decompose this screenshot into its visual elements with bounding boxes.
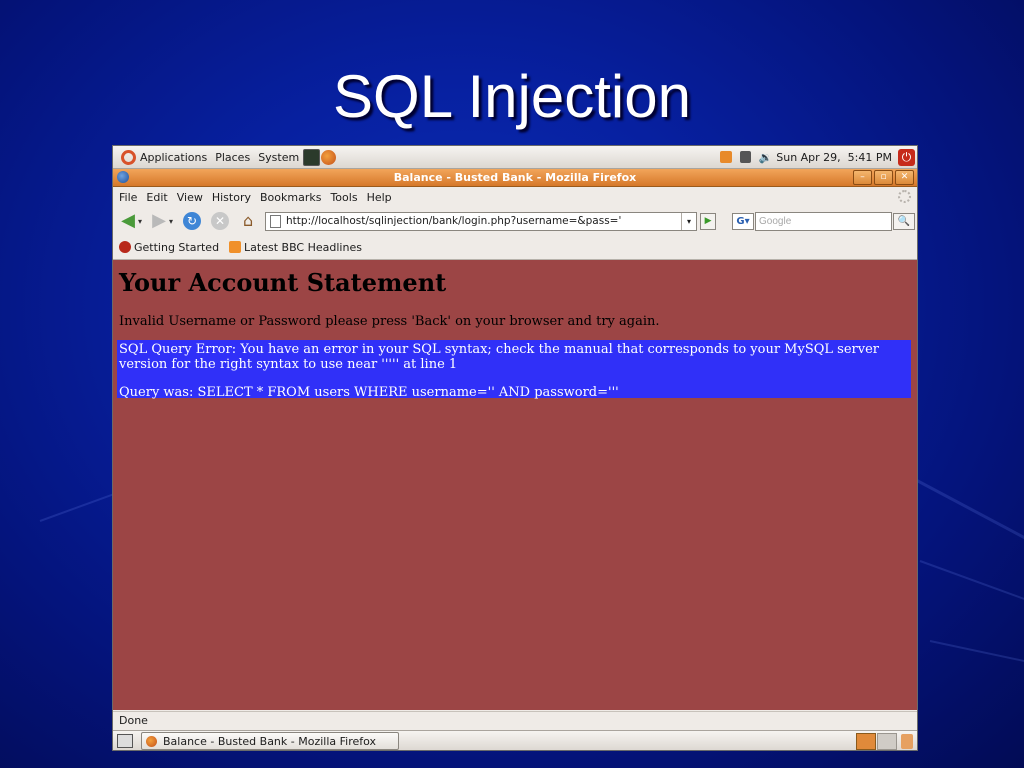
menu-edit[interactable]: Edit — [146, 191, 167, 204]
bookmark-label: Getting Started — [134, 240, 220, 254]
menu-history[interactable]: History — [212, 191, 251, 204]
workspace-2[interactable] — [877, 732, 897, 750]
applications-menu[interactable]: Applications — [121, 149, 208, 165]
rss-feed-icon — [229, 241, 242, 253]
taskbar-button-firefox[interactable]: Balance - Busted Bank - Mozilla Firefox — [141, 732, 399, 750]
system-menu[interactable]: System — [258, 151, 299, 164]
maximize-button[interactable]: ▫ — [874, 170, 893, 185]
bookmark-getting-started[interactable]: Getting Started — [119, 241, 219, 254]
clock[interactable]: Sun Apr 29, 5:41 PM — [776, 151, 892, 164]
navigation-toolbar: ◀ ▾ ▶ ▾ ↻ ✕ ⌂ http://localhost/sqlinject… — [113, 208, 917, 234]
system-menu-label: System — [258, 150, 300, 164]
sql-error-box: SQL Query Error: You have an error in yo… — [117, 340, 911, 400]
ubuntu-logo-icon — [121, 149, 136, 165]
taskbar-button-label: Balance - Busted Bank - Mozilla Firefox — [163, 734, 377, 748]
volume-icon[interactable]: 🔉 — [759, 151, 773, 164]
applications-menu-label: Applications — [140, 150, 208, 164]
menu-bookmarks[interactable]: Bookmarks — [260, 191, 321, 204]
minimize-button[interactable]: – — [853, 170, 872, 185]
back-history-dropdown-icon[interactable]: ▾ — [138, 217, 142, 226]
home-button[interactable]: ⌂ — [239, 213, 257, 229]
url-bar[interactable]: http://localhost/sqlinjection/bank/login… — [265, 211, 698, 231]
url-input[interactable]: http://localhost/sqlinjection/bank/login… — [286, 215, 681, 227]
search-input[interactable] — [755, 211, 893, 231]
trash-icon[interactable] — [901, 733, 913, 749]
gnome-top-panel: Applications Places System 🔉 Sun Apr 29,… — [113, 146, 917, 169]
search-engine-selector[interactable]: G▾ — [732, 212, 755, 230]
getting-started-icon — [119, 241, 131, 253]
error-message: Invalid Username or Password please pres… — [119, 314, 660, 329]
throbber-icon — [898, 190, 911, 203]
search-icon[interactable]: 🔍 — [893, 212, 916, 230]
reload-button[interactable]: ↻ — [183, 212, 202, 230]
power-icon[interactable]: ⏻ — [898, 148, 915, 166]
gnome-bottom-panel: Balance - Busted Bank - Mozilla Firefox — [113, 730, 917, 750]
menu-file[interactable]: File — [119, 191, 137, 204]
page-heading: Your Account Statement — [119, 268, 447, 297]
sql-error-text: SQL Query Error: You have an error in yo… — [119, 342, 879, 372]
window-title: Balance - Busted Bank - Mozilla Firefox — [393, 171, 637, 184]
page-content: Your Account Statement Invalid Username … — [113, 260, 917, 710]
workspace-1[interactable] — [856, 732, 876, 750]
menu-bar: File Edit View History Bookmarks Tools H… — [113, 187, 917, 207]
menu-view[interactable]: View — [177, 191, 203, 204]
back-button[interactable]: ◀ — [119, 212, 137, 230]
firefox-icon — [146, 735, 157, 747]
bookmarks-toolbar: Getting Started Latest BBC Headlines — [113, 235, 917, 260]
slide-title: SQL Injection — [333, 63, 691, 130]
bookmark-label: Latest BBC Headlines — [244, 240, 362, 254]
window-titlebar[interactable]: Balance - Busted Bank - Mozilla Firefox … — [113, 169, 917, 187]
menu-help[interactable]: Help — [367, 191, 392, 204]
screenshot-frame: Applications Places System 🔉 Sun Apr 29,… — [112, 145, 918, 751]
status-bar: Done — [113, 711, 917, 730]
close-button[interactable]: ✕ — [895, 170, 914, 185]
forward-history-dropdown-icon[interactable]: ▾ — [169, 217, 173, 226]
menu-tools[interactable]: Tools — [330, 191, 357, 204]
page-icon — [270, 214, 282, 228]
forward-button[interactable]: ▶ — [150, 212, 168, 230]
background-streak — [39, 492, 116, 522]
url-dropdown-icon[interactable]: ▾ — [681, 212, 696, 230]
go-button[interactable]: ▶ — [700, 212, 717, 230]
network-icon[interactable] — [739, 151, 751, 163]
sql-query-text: Query was: SELECT * FROM users WHERE use… — [119, 385, 619, 400]
bookmark-bbc-headlines[interactable]: Latest BBC Headlines — [229, 241, 362, 254]
places-menu[interactable]: Places — [215, 151, 250, 164]
places-menu-label: Places — [215, 150, 251, 164]
background-streak — [899, 470, 1024, 548]
stop-button[interactable]: ✕ — [211, 212, 230, 230]
background-streak — [929, 640, 1024, 667]
status-text: Done — [119, 714, 148, 727]
terminal-launcher-icon[interactable] — [303, 148, 321, 166]
update-notifier-icon[interactable] — [719, 151, 732, 163]
show-desktop-icon[interactable] — [117, 734, 133, 748]
background-streak — [919, 560, 1024, 610]
firefox-launcher-icon[interactable] — [321, 149, 337, 165]
